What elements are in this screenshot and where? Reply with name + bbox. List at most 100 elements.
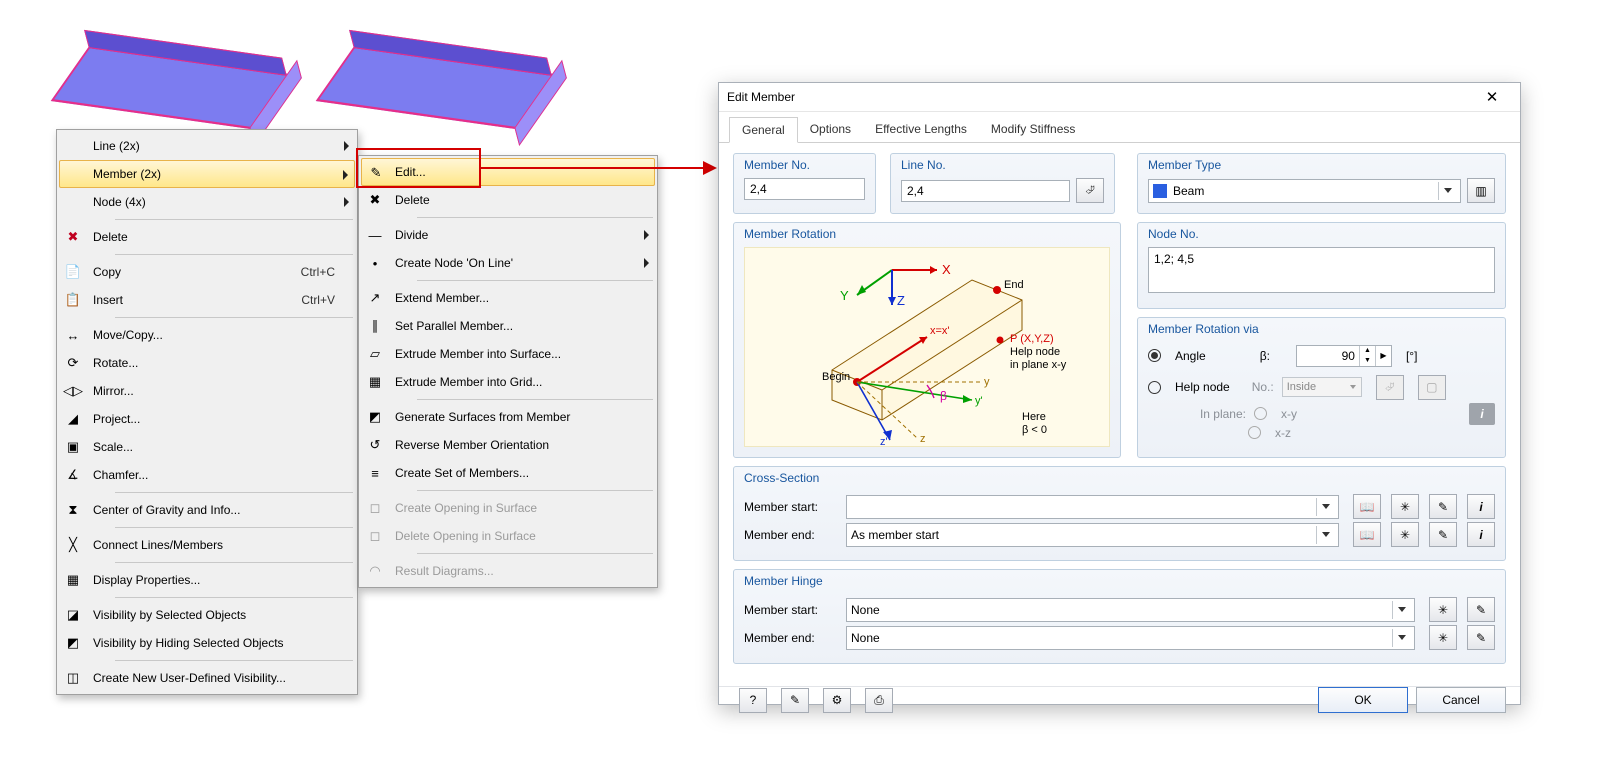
angle-spinner[interactable]: ▲▼ ▶ [1296,345,1392,367]
menu-item-icon: — [365,225,385,245]
hinge-end-select[interactable]: None [846,626,1415,650]
tab-lengths[interactable]: Effective Lengths [863,117,979,143]
beam-2 [316,46,555,129]
menu-item-icon: ◢ [63,409,83,429]
member-menu-item[interactable]: ≡Create Set of Members... [361,459,655,487]
dflt-icon[interactable]: ✎ [781,688,809,713]
group-member-type: Member Type Beam ▥ [1137,153,1506,214]
member-menu-item[interactable]: ∥Set Parallel Member... [361,312,655,340]
member-menu-item[interactable]: —Divide [361,221,655,249]
spin-up-icon[interactable]: ▲ [1360,346,1375,356]
cs-lib-icon-2[interactable]: 📖 [1353,522,1381,547]
cs-info-icon-2[interactable]: i [1467,522,1495,547]
menu-item-accel: Ctrl+C [261,265,335,279]
main-menu-item[interactable]: 📋InsertCtrl+V [59,286,355,314]
hinge-new-icon[interactable]: ✳ [1429,597,1457,622]
menu-item-label: Visibility by Hiding Selected Objects [93,636,284,650]
spin-more-icon[interactable]: ▶ [1375,346,1391,366]
line-no-input[interactable]: 2,4 [901,180,1070,202]
member-menu-item[interactable]: ▦Extrude Member into Grid... [361,368,655,396]
menu-item-icon: ∥ [365,316,385,336]
member-menu-item: ◠Result Diagrams... [361,557,655,585]
svg-text:Y: Y [840,288,849,303]
menu-separator [417,280,653,281]
cs-start-label: Member start: [744,500,838,514]
cs-new-icon[interactable]: ✳ [1391,494,1419,519]
main-menu-item[interactable]: ⟳Rotate... [59,349,355,377]
tab-stiffness[interactable]: Modify Stiffness [979,117,1087,143]
member-type-btn[interactable]: ▥ [1467,178,1495,203]
spin-down-icon[interactable]: ▼ [1360,356,1375,366]
hinge-new-icon-2[interactable]: ✳ [1429,625,1457,650]
main-menu-item[interactable]: ◩Visibility by Hiding Selected Objects [59,629,355,657]
menu-item-label: Display Properties... [93,573,200,587]
tab-general[interactable]: General [729,117,798,143]
main-menu-item[interactable]: ╳Connect Lines/Members [59,531,355,559]
main-menu-item[interactable]: ◁▷Mirror... [59,377,355,405]
hinge-start-select[interactable]: None [846,598,1415,622]
radio-help-node[interactable] [1148,381,1161,394]
graph-icon[interactable]: ⎙ [865,688,893,713]
menu-item-icon: ╳ [63,535,83,555]
hinge-edit-icon-2[interactable]: ✎ [1467,625,1495,650]
angle-input[interactable] [1297,346,1359,366]
main-menu-item[interactable]: ∡Chamfer... [59,461,355,489]
close-icon[interactable]: ✕ [1472,83,1512,111]
ok-button[interactable]: OK [1318,687,1408,713]
member-menu-item[interactable]: ✎Edit... [361,158,655,186]
member-menu-item[interactable]: ▱Extrude Member into Surface... [361,340,655,368]
svg-text:z': z' [880,436,888,445]
member-menu-item[interactable]: •Create Node 'On Line' [361,249,655,277]
menu-item-icon: 📋 [63,290,83,310]
main-menu-item[interactable]: ▣Scale... [59,433,355,461]
menu-item-label: Copy [93,265,121,279]
main-menu-item[interactable]: 📄CopyCtrl+C [59,258,355,286]
cs-new-icon-2[interactable]: ✳ [1391,522,1419,547]
member-type-select[interactable]: Beam [1148,179,1461,203]
member-menu-item[interactable]: ◩Generate Surfaces from Member [361,403,655,431]
menu-item-label: Visibility by Selected Objects [93,608,246,622]
main-menu-item[interactable]: ◢Project... [59,405,355,433]
hinge-edit-icon[interactable]: ✎ [1467,597,1495,622]
menu-separator [115,660,353,661]
radio-angle[interactable] [1148,349,1161,362]
cs-start-select[interactable] [846,495,1339,519]
main-menu-item[interactable]: ⧗Center of Gravity and Info... [59,496,355,524]
main-menu-item[interactable]: Line (2x) [59,132,355,160]
menu-item-label: Delete [395,193,430,207]
main-menu-item[interactable]: Node (4x) [59,188,355,216]
cs-end-select[interactable]: As member start [846,523,1339,547]
pick-line-icon[interactable]: ⮰ [1076,178,1104,203]
cs-edit-icon[interactable]: ✎ [1429,494,1457,519]
menu-item-label: Mirror... [93,384,134,398]
cs-info-icon[interactable]: i [1467,494,1495,519]
calc-icon[interactable]: ⚙ [823,688,851,713]
new-node-icon: ▢ [1418,375,1446,400]
main-menu-item[interactable]: ▦Display Properties... [59,566,355,594]
edit-member-dialog: Edit Member ✕ General Options Effective … [718,82,1521,705]
menu-item-label: Extend Member... [395,291,489,305]
cs-end-value: As member start [851,528,939,542]
member-menu-item[interactable]: ↗Extend Member... [361,284,655,312]
node-no-input[interactable]: 1,2; 4,5 [1148,247,1495,293]
menu-item-label: Delete Opening in Surface [395,529,536,543]
cancel-button[interactable]: Cancel [1416,687,1506,713]
menu-item-icon: ∡ [63,465,83,485]
svg-text:β: β [940,389,947,403]
member-menu-item[interactable]: ✖Delete [361,186,655,214]
main-menu-item[interactable]: ◪Visibility by Selected Objects [59,601,355,629]
member-no-input[interactable]: 2,4 [744,178,865,200]
main-menu-item[interactable]: ↔Move/Copy... [59,321,355,349]
radio-xy [1254,407,1267,420]
cs-edit-icon-2[interactable]: ✎ [1429,522,1457,547]
tab-options[interactable]: Options [798,117,863,143]
info-icon[interactable]: i [1469,403,1495,425]
dialog-titlebar[interactable]: Edit Member ✕ [719,83,1520,112]
main-menu-item[interactable]: ✖Delete [59,223,355,251]
main-menu-item[interactable]: Member (2x) [59,160,355,188]
arrow-to-dialog [481,167,715,169]
main-menu-item[interactable]: ◫Create New User-Defined Visibility... [59,664,355,692]
cs-lib-icon[interactable]: 📖 [1353,494,1381,519]
member-menu-item[interactable]: ↺Reverse Member Orientation [361,431,655,459]
help-icon[interactable]: ? [739,688,767,713]
